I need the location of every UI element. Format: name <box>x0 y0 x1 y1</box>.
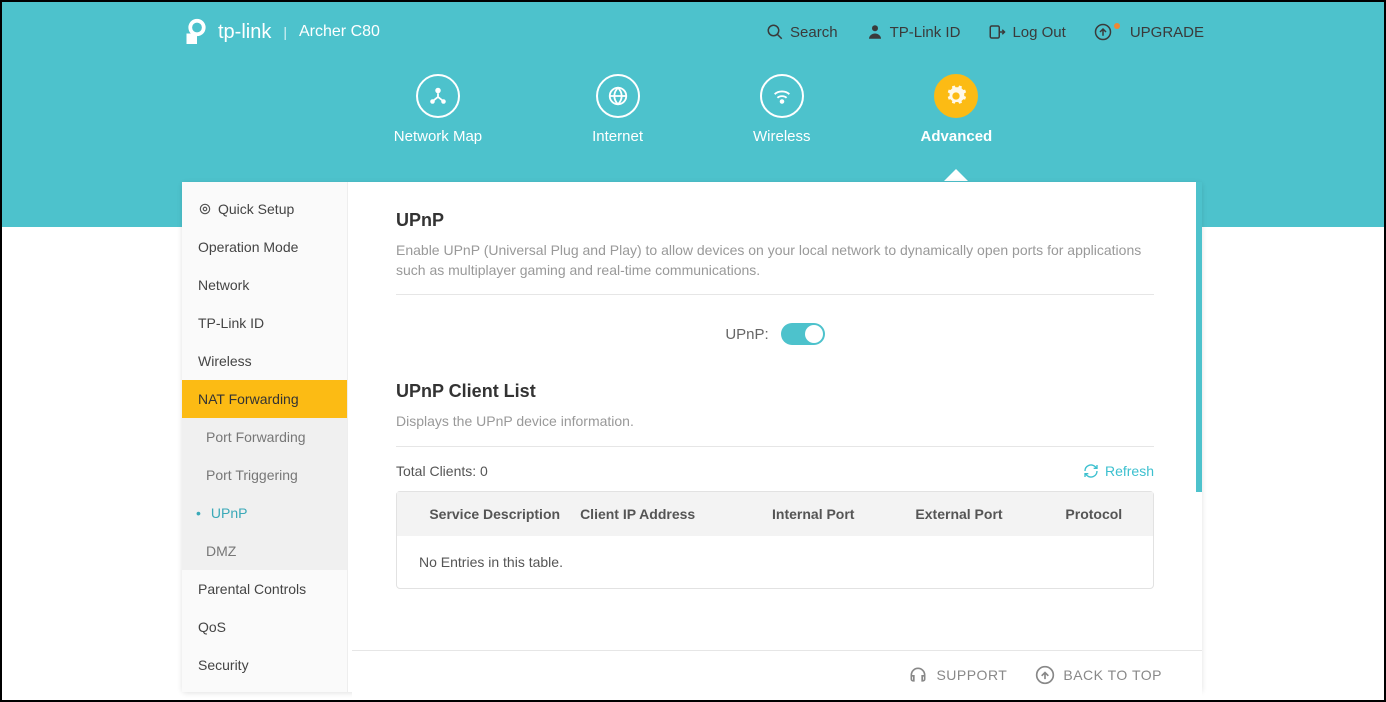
tplink-id-label: TP-Link ID <box>890 24 961 41</box>
main-container: Quick Setup Operation Mode Network TP-Li… <box>182 182 1202 692</box>
upgrade-notification-dot <box>1114 23 1120 29</box>
search-icon <box>766 23 784 41</box>
nav-internet[interactable]: Internet <box>592 74 643 145</box>
search-action[interactable]: Search <box>766 23 838 41</box>
table-header: Service Description Client IP Address In… <box>397 492 1153 536</box>
network-map-icon <box>427 85 449 107</box>
back-to-top-link[interactable]: BACK TO TOP <box>1035 665 1162 685</box>
upnp-toggle[interactable] <box>781 323 825 345</box>
client-list-description: Displays the UPnP device information. <box>396 412 1154 447</box>
upgrade-label: UPGRADE <box>1130 24 1204 41</box>
col-internal-port: Internal Port <box>743 492 883 536</box>
upgrade-action[interactable]: UPGRADE <box>1094 23 1204 41</box>
upnp-toggle-row: UPnP: <box>396 323 1154 345</box>
nav-network-map[interactable]: Network Map <box>394 74 482 145</box>
support-label: SUPPORT <box>936 667 1007 683</box>
sidebar-sub-port-triggering[interactable]: Port Triggering <box>182 456 347 494</box>
content-area: UPnP Enable UPnP (Universal Plug and Pla… <box>348 182 1202 692</box>
arrow-up-circle-icon <box>1035 665 1055 685</box>
nav-network-map-label: Network Map <box>394 128 482 145</box>
sidebar-item-wireless[interactable]: Wireless <box>182 342 347 380</box>
col-external-port: External Port <box>883 492 1034 536</box>
logout-action[interactable]: Log Out <box>988 23 1065 41</box>
logout-icon <box>988 23 1006 41</box>
tplink-id-action[interactable]: TP-Link ID <box>866 23 961 41</box>
sidebar-item-security[interactable]: Security <box>182 646 347 684</box>
wifi-icon <box>771 85 793 107</box>
target-icon <box>198 202 212 216</box>
headset-icon <box>908 665 928 685</box>
main-nav: Network Map Internet Wireless Advanced <box>2 62 1384 145</box>
logout-label: Log Out <box>1012 24 1065 41</box>
tplink-logo-icon <box>182 17 212 47</box>
support-link[interactable]: SUPPORT <box>908 665 1007 685</box>
globe-icon <box>607 85 629 107</box>
nav-wireless-label: Wireless <box>753 128 811 145</box>
nav-wireless[interactable]: Wireless <box>753 74 811 145</box>
back-to-top-label: BACK TO TOP <box>1063 667 1162 683</box>
sidebar: Quick Setup Operation Mode Network TP-Li… <box>182 182 348 692</box>
toggle-knob <box>805 325 823 343</box>
top-actions: Search TP-Link ID Log Out UPGRADE <box>766 23 1204 41</box>
scrollbar-indicator[interactable] <box>1196 182 1202 492</box>
table-empty-message: No Entries in this table. <box>397 536 1153 588</box>
refresh-label: Refresh <box>1105 463 1154 479</box>
gear-icon <box>945 85 967 107</box>
col-client-ip: Client IP Address <box>570 492 743 536</box>
sidebar-item-qos[interactable]: QoS <box>182 608 347 646</box>
upnp-section-description: Enable UPnP (Universal Plug and Play) to… <box>396 241 1154 295</box>
total-clients-label: Total Clients: 0 <box>396 463 488 479</box>
nav-internet-label: Internet <box>592 128 643 145</box>
sidebar-item-operation-mode[interactable]: Operation Mode <box>182 228 347 266</box>
upnp-toggle-label: UPnP: <box>725 326 768 343</box>
sidebar-sub-dmz[interactable]: DMZ <box>182 532 347 570</box>
model-name: Archer C80 <box>299 23 380 41</box>
brand-name: tp-link <box>218 21 271 44</box>
upnp-section-title: UPnP <box>396 210 1154 231</box>
sidebar-sub-port-forwarding[interactable]: Port Forwarding <box>182 418 347 456</box>
nav-advanced-label: Advanced <box>921 128 993 145</box>
nav-advanced[interactable]: Advanced <box>921 74 993 145</box>
footer-bar: SUPPORT BACK TO TOP <box>352 650 1202 698</box>
brand-divider: | <box>283 24 287 40</box>
table-toolbar: Total Clients: 0 Refresh <box>396 463 1154 479</box>
user-icon <box>866 23 884 41</box>
col-protocol: Protocol <box>1035 492 1153 536</box>
sidebar-item-quick-setup[interactable]: Quick Setup <box>182 190 347 228</box>
sidebar-item-parental-controls[interactable]: Parental Controls <box>182 570 347 608</box>
refresh-button[interactable]: Refresh <box>1083 463 1154 479</box>
client-table: Service Description Client IP Address In… <box>396 491 1154 589</box>
topbar: tp-link | Archer C80 Search TP-Link ID L… <box>2 2 1384 62</box>
col-service-description: Service Description <box>397 492 570 536</box>
brand-logo[interactable]: tp-link <box>182 17 271 47</box>
sidebar-item-network[interactable]: Network <box>182 266 347 304</box>
sidebar-quick-setup-label: Quick Setup <box>218 201 294 217</box>
upgrade-icon <box>1094 23 1112 41</box>
search-label: Search <box>790 24 838 41</box>
client-list-title: UPnP Client List <box>396 381 1154 402</box>
sidebar-item-tplink-id[interactable]: TP-Link ID <box>182 304 347 342</box>
sidebar-sub-upnp[interactable]: UPnP <box>182 494 347 532</box>
sidebar-item-nat-forwarding[interactable]: NAT Forwarding <box>182 380 347 418</box>
refresh-icon <box>1083 463 1099 479</box>
